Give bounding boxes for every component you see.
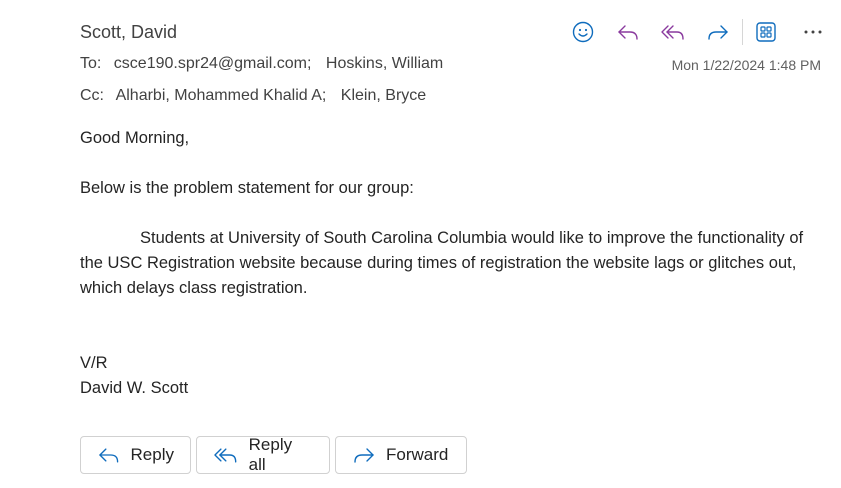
forward-icon xyxy=(708,25,728,40)
more-actions-button[interactable] xyxy=(798,18,828,46)
reply-label: Reply xyxy=(130,445,174,464)
reply-all-label: Reply all xyxy=(248,435,293,474)
forward-button[interactable]: Forward xyxy=(335,436,467,474)
reply-button[interactable]: Reply xyxy=(80,436,191,474)
reply-actions: Reply Reply all Forward xyxy=(80,435,472,474)
emoji-reaction-button[interactable] xyxy=(568,18,598,46)
to-label: To: xyxy=(80,55,102,72)
forward-label: Forward xyxy=(386,445,449,464)
message-toolbar xyxy=(568,18,828,46)
problem-statement: Students at University of South Carolina… xyxy=(80,229,804,297)
cc-label: Cc: xyxy=(80,87,104,104)
recipient-cc-1[interactable]: Alharbi, Mohammed Khalid A; xyxy=(116,87,327,104)
closing: V/R xyxy=(80,354,108,372)
toolbar-divider xyxy=(742,19,743,45)
apps-icon xyxy=(756,22,776,42)
sender-name[interactable]: Scott, David xyxy=(80,22,177,43)
reply-all-toolbar-button[interactable] xyxy=(658,18,688,46)
reply-all-icon xyxy=(214,448,237,463)
reply-toolbar-button[interactable] xyxy=(613,18,643,46)
more-icon xyxy=(804,30,822,34)
forward-icon xyxy=(354,448,374,463)
signature: David W. Scott xyxy=(80,379,189,397)
reply-all-icon xyxy=(661,25,684,40)
intro-line: Below is the problem statement for our g… xyxy=(80,179,414,197)
reply-icon xyxy=(618,25,638,40)
forward-toolbar-button[interactable] xyxy=(703,18,733,46)
recipient-to-2[interactable]: Hoskins, William xyxy=(326,55,443,72)
greeting: Good Morning, xyxy=(80,129,190,147)
sent-date: Mon 1/22/2024 1:48 PM xyxy=(671,57,821,73)
cc-recipients: Cc: Alharbi, Mohammed Khalid A; Klein, B… xyxy=(80,87,426,105)
to-recipients: To: csce190.spr24@gmail.com; Hoskins, Wi… xyxy=(80,55,443,73)
recipient-cc-2[interactable]: Klein, Bryce xyxy=(341,87,426,104)
apps-button[interactable] xyxy=(751,18,781,46)
emoji-icon xyxy=(572,21,594,43)
reply-all-button[interactable]: Reply all xyxy=(196,435,330,474)
recipient-to-1[interactable]: csce190.spr24@gmail.com; xyxy=(114,55,312,72)
reply-icon xyxy=(99,448,119,463)
